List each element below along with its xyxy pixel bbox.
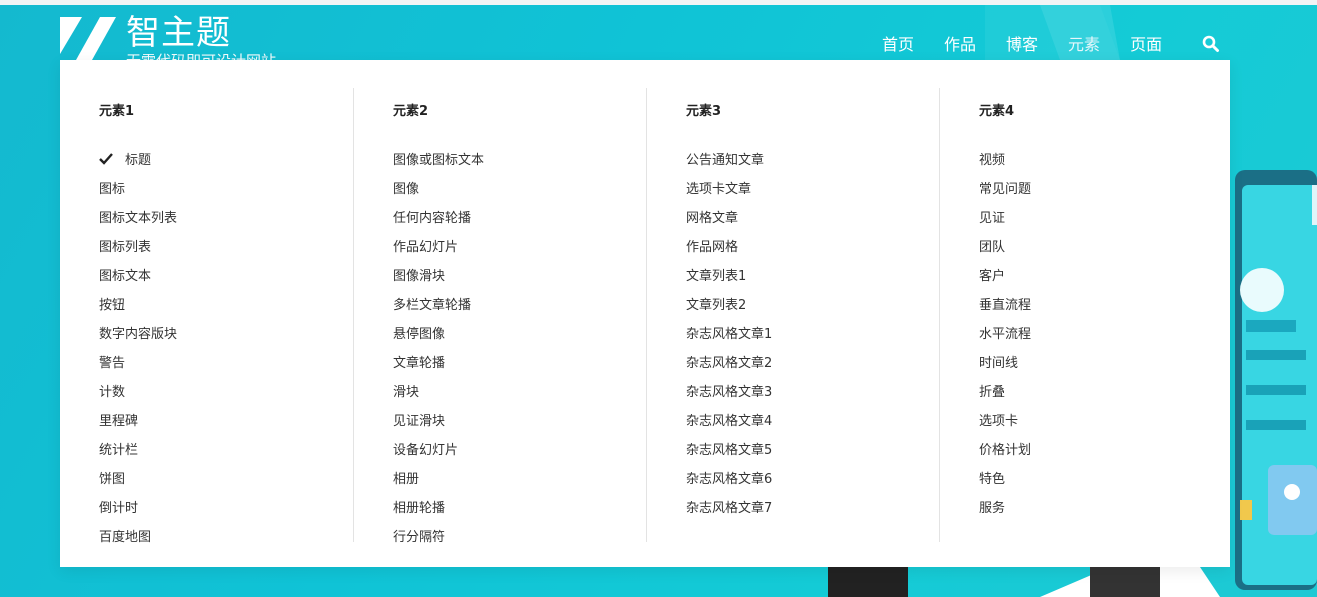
main-nav: 首页 作品 博客 元素 页面 [882, 31, 1192, 55]
menu-item[interactable]: 水平流程 [979, 326, 1233, 355]
menu-item[interactable]: 相册 [393, 471, 647, 500]
menu-item[interactable]: 图像滑块 [393, 268, 647, 297]
nav-item-home[interactable]: 首页 [882, 31, 914, 55]
menu-item[interactable]: 客户 [979, 268, 1233, 297]
menu-item[interactable]: 时间线 [979, 355, 1233, 384]
nav-item-works[interactable]: 作品 [944, 31, 976, 55]
menu-item[interactable]: 杂志风格文章6 [686, 471, 940, 500]
menu-item[interactable]: 价格计划 [979, 442, 1233, 471]
search-icon[interactable] [1202, 35, 1220, 53]
menu-item[interactable]: 图标列表 [99, 239, 353, 268]
menu-item[interactable]: 杂志风格文章7 [686, 500, 940, 529]
menu-item[interactable]: 团队 [979, 239, 1233, 268]
menu-item[interactable]: 见证滑块 [393, 413, 647, 442]
menu-item[interactable]: 任何内容轮播 [393, 210, 647, 239]
menu-item[interactable]: 选项卡 [979, 413, 1233, 442]
menu-item[interactable]: 多栏文章轮播 [393, 297, 647, 326]
menu-item[interactable]: 图标文本列表 [99, 210, 353, 239]
menu-item[interactable]: 按钮 [99, 297, 353, 326]
menu-item[interactable]: 悬停图像 [393, 326, 647, 355]
menu-item[interactable]: 文章列表1 [686, 268, 940, 297]
menu-item[interactable]: 杂志风格文章4 [686, 413, 940, 442]
menu-item[interactable]: 行分隔符 [393, 529, 647, 558]
menu-list: 公告通知文章 选项卡文章 网格文章 作品网格 文章列表1 文章列表2 杂志风格文… [686, 152, 940, 529]
menu-item[interactable]: 见证 [979, 210, 1233, 239]
menu-item[interactable]: 杂志风格文章1 [686, 326, 940, 355]
nav-item-blog[interactable]: 博客 [1006, 31, 1038, 55]
column-heading: 元素2 [393, 104, 429, 119]
nav-item-pages[interactable]: 页面 [1130, 31, 1162, 55]
menu-item[interactable]: 图像 [393, 181, 647, 210]
menu-item-label: 标题 [125, 153, 152, 168]
menu-list: 视频 常见问题 见证 团队 客户 垂直流程 水平流程 时间线 折叠 选项卡 价格… [979, 152, 1233, 529]
menu-list: 标题 图标 图标文本列表 图标列表 图标文本 按钮 数字内容版块 警告 计数 里… [99, 152, 353, 558]
column-heading: 元素3 [686, 104, 722, 119]
menu-item[interactable]: 杂志风格文章3 [686, 384, 940, 413]
menu-column-1: 元素1 标题 图标 图标文本列表 图标列表 图标文本 按钮 数字内容版块 警告 … [60, 88, 353, 545]
menu-column-3: 元素3 公告通知文章 选项卡文章 网格文章 作品网格 文章列表1 文章列表2 杂… [646, 88, 940, 542]
mega-menu-panel: 元素1 标题 图标 图标文本列表 图标列表 图标文本 按钮 数字内容版块 警告 … [60, 60, 1230, 567]
column-heading: 元素1 [99, 104, 135, 119]
menu-item[interactable]: 垂直流程 [979, 297, 1233, 326]
menu-item[interactable]: 滑块 [393, 384, 647, 413]
menu-column-2: 元素2 图像或图标文本 图像 任何内容轮播 作品幻灯片 图像滑块 多栏文章轮播 … [353, 88, 647, 545]
menu-item[interactable]: 视频 [979, 152, 1233, 181]
site-subtitle: 无需代码即可设计网站 [126, 52, 276, 60]
site-logo[interactable]: 智主题 无需代码即可设计网站 [60, 14, 276, 60]
logo-mark-icon [60, 14, 118, 60]
menu-item[interactable]: 相册轮播 [393, 500, 647, 529]
menu-item[interactable]: 公告通知文章 [686, 152, 940, 181]
top-strip [0, 0, 1317, 5]
menu-item[interactable]: 百度地图 [99, 529, 353, 558]
checkmark-icon [99, 153, 113, 165]
menu-item[interactable]: 倒计时 [99, 500, 353, 529]
menu-item[interactable]: 网格文章 [686, 210, 940, 239]
menu-item[interactable]: 统计栏 [99, 442, 353, 471]
menu-list: 图像或图标文本 图像 任何内容轮播 作品幻灯片 图像滑块 多栏文章轮播 悬停图像… [393, 152, 647, 558]
nav-item-elements[interactable]: 元素 [1068, 31, 1100, 55]
menu-item[interactable]: 设备幻灯片 [393, 442, 647, 471]
menu-item[interactable]: 里程碑 [99, 413, 353, 442]
menu-item[interactable]: 标题 [99, 152, 353, 181]
menu-item[interactable]: 杂志风格文章2 [686, 355, 940, 384]
menu-item[interactable]: 文章轮播 [393, 355, 647, 384]
menu-item[interactable]: 警告 [99, 355, 353, 384]
menu-item[interactable]: 杂志风格文章5 [686, 442, 940, 471]
menu-item[interactable]: 作品幻灯片 [393, 239, 647, 268]
menu-item[interactable]: 图标文本 [99, 268, 353, 297]
menu-item[interactable]: 常见问题 [979, 181, 1233, 210]
menu-item[interactable]: 图标 [99, 181, 353, 210]
menu-item[interactable]: 计数 [99, 384, 353, 413]
menu-item[interactable]: 文章列表2 [686, 297, 940, 326]
menu-column-4: 元素4 视频 常见问题 见证 团队 客户 垂直流程 水平流程 时间线 折叠 选项… [939, 88, 1233, 542]
column-heading: 元素4 [979, 104, 1015, 119]
menu-item[interactable]: 选项卡文章 [686, 181, 940, 210]
menu-item[interactable]: 特色 [979, 471, 1233, 500]
menu-item[interactable]: 服务 [979, 500, 1233, 529]
menu-item[interactable]: 折叠 [979, 384, 1233, 413]
menu-item[interactable]: 图像或图标文本 [393, 152, 647, 181]
site-title: 智主题 [126, 14, 231, 53]
menu-item[interactable]: 数字内容版块 [99, 326, 353, 355]
menu-item[interactable]: 饼图 [99, 471, 353, 500]
menu-item[interactable]: 作品网格 [686, 239, 940, 268]
